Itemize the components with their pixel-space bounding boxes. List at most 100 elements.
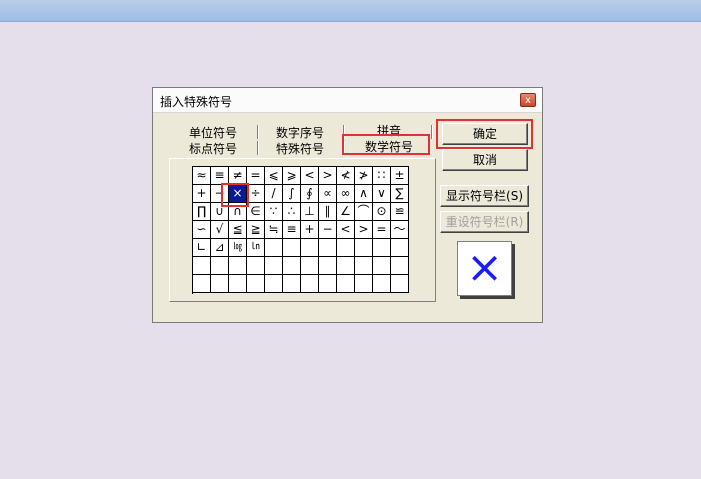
symbol-cell[interactable]	[355, 257, 373, 275]
close-icon[interactable]: x	[520, 93, 536, 107]
symbol-cell[interactable]: −	[211, 185, 229, 203]
symbol-cell[interactable]: ⩾	[283, 167, 301, 185]
symbol-cell[interactable]	[283, 239, 301, 257]
symbol-cell[interactable]: ∮	[301, 185, 319, 203]
symbol-cell[interactable]	[229, 257, 247, 275]
tab-math-symbols[interactable]: 数学符号	[365, 138, 413, 155]
symbol-cell[interactable]: ≡	[211, 167, 229, 185]
symbol-cell[interactable]	[193, 257, 211, 275]
symbol-cell[interactable]: ≒	[265, 221, 283, 239]
symbol-cell[interactable]: ∪	[211, 203, 229, 221]
symbol-cell[interactable]: ⌒	[355, 203, 373, 221]
symbol-cell[interactable]: ⊥	[301, 203, 319, 221]
symbol-cell[interactable]: /	[265, 185, 283, 203]
tab-number-symbols[interactable]: 数字序号	[276, 124, 324, 141]
symbol-cell[interactable]	[355, 239, 373, 257]
symbol-cell[interactable]	[319, 239, 337, 257]
symbol-cell[interactable]	[391, 239, 409, 257]
symbol-cell[interactable]: −	[319, 221, 337, 239]
symbol-cell[interactable]	[265, 239, 283, 257]
symbol-cell[interactable]: ∽	[193, 221, 211, 239]
symbol-grid: ≈ ≡ ≠ = ⩽ ⩾ < > ≮ ≯ ∷ ± + − × ÷ / ∫ ∮ ∝ ∞ ∧ ∨ ∑ ∏ ∪ ∩ ∈ ∵ ∴ ⊥ ∥ ∠ ⌒ ⊙ ≌ ∽ √ ≦ ≧…	[193, 167, 409, 295]
symbol-cell[interactable]: +	[193, 185, 211, 203]
symbol-cell[interactable]: ≌	[391, 203, 409, 221]
symbol-cell[interactable]: √	[211, 221, 229, 239]
symbol-cell[interactable]: ×	[229, 185, 247, 203]
tab-special-symbols[interactable]: 特殊符号	[276, 140, 324, 157]
symbol-cell[interactable]	[265, 257, 283, 275]
symbol-cell[interactable]: ∨	[373, 185, 391, 203]
symbol-cell[interactable]	[337, 275, 355, 293]
symbol-cell[interactable]: ≯	[355, 167, 373, 185]
window-top-bar	[0, 0, 701, 22]
ok-button[interactable]: 确定	[442, 123, 528, 145]
symbol-cell[interactable]: ⊿	[211, 239, 229, 257]
symbol-cell[interactable]	[229, 275, 247, 293]
symbol-cell[interactable]: <	[301, 167, 319, 185]
symbol-cell[interactable]: ≈	[193, 167, 211, 185]
symbol-cell[interactable]	[247, 275, 265, 293]
symbol-cell[interactable]	[391, 275, 409, 293]
symbol-cell[interactable]	[319, 275, 337, 293]
symbol-cell[interactable]: ⊙	[373, 203, 391, 221]
symbol-cell[interactable]	[283, 257, 301, 275]
symbol-cell[interactable]: ∴	[283, 203, 301, 221]
symbol-cell[interactable]	[211, 275, 229, 293]
symbol-cell[interactable]: ±	[391, 167, 409, 185]
symbol-cell[interactable]	[193, 275, 211, 293]
symbol-cell[interactable]	[265, 275, 283, 293]
reset-symbol-bar-button[interactable]: 重设符号栏(R)	[440, 211, 529, 233]
symbol-cell[interactable]: ㏑	[247, 239, 265, 257]
symbol-cell[interactable]: ∷	[373, 167, 391, 185]
symbol-cell[interactable]: ㏒	[229, 239, 247, 257]
symbol-cell[interactable]: ∝	[319, 185, 337, 203]
symbol-cell[interactable]: >	[319, 167, 337, 185]
symbol-cell[interactable]: ∈	[247, 203, 265, 221]
symbol-cell[interactable]	[319, 257, 337, 275]
symbol-cell[interactable]: ∥	[319, 203, 337, 221]
show-symbol-bar-button[interactable]: 显示符号栏(S)	[440, 185, 529, 207]
symbol-cell[interactable]: ∞	[337, 185, 355, 203]
symbol-cell[interactable]: ∏	[193, 203, 211, 221]
symbol-cell[interactable]: ∫	[283, 185, 301, 203]
symbol-cell[interactable]: <	[337, 221, 355, 239]
symbol-cell[interactable]: ∟	[193, 239, 211, 257]
symbol-cell[interactable]: ≠	[229, 167, 247, 185]
symbol-cell[interactable]	[337, 257, 355, 275]
symbol-cell[interactable]	[301, 257, 319, 275]
symbol-cell[interactable]: ≮	[337, 167, 355, 185]
symbol-cell[interactable]	[301, 239, 319, 257]
symbol-cell[interactable]: ∩	[229, 203, 247, 221]
show-symbol-bar-label: 显示符号栏	[446, 189, 507, 203]
tab-unit-symbols[interactable]: 单位符号	[189, 124, 237, 141]
symbol-cell[interactable]: >	[355, 221, 373, 239]
symbol-cell[interactable]	[337, 239, 355, 257]
symbol-cell[interactable]: +	[301, 221, 319, 239]
symbol-cell[interactable]	[283, 275, 301, 293]
tab-divider	[343, 141, 345, 155]
symbol-cell[interactable]: ≦	[229, 221, 247, 239]
symbol-cell[interactable]: ∧	[355, 185, 373, 203]
symbol-cell[interactable]	[301, 275, 319, 293]
tab-pinyin[interactable]: 拼音	[377, 122, 401, 139]
symbol-cell[interactable]: ≡	[283, 221, 301, 239]
tab-punctuation[interactable]: 标点符号	[189, 140, 237, 157]
symbol-cell[interactable]	[373, 257, 391, 275]
symbol-cell[interactable]: ≧	[247, 221, 265, 239]
symbol-cell[interactable]: ∑	[391, 185, 409, 203]
symbol-cell[interactable]	[373, 239, 391, 257]
symbol-cell[interactable]: =	[373, 221, 391, 239]
symbol-cell[interactable]	[373, 275, 391, 293]
symbol-cell[interactable]	[391, 257, 409, 275]
symbol-cell[interactable]	[211, 257, 229, 275]
cancel-button[interactable]: 取消	[442, 149, 528, 171]
symbol-cell[interactable]: =	[247, 167, 265, 185]
symbol-cell[interactable]: ⩽	[265, 167, 283, 185]
symbol-cell[interactable]: ÷	[247, 185, 265, 203]
symbol-cell[interactable]: ∵	[265, 203, 283, 221]
symbol-cell[interactable]: ～	[391, 221, 409, 239]
symbol-cell[interactable]: ∠	[337, 203, 355, 221]
symbol-cell[interactable]	[355, 275, 373, 293]
symbol-cell[interactable]	[247, 257, 265, 275]
reset-symbol-bar-label: 重设符号栏	[445, 215, 506, 229]
